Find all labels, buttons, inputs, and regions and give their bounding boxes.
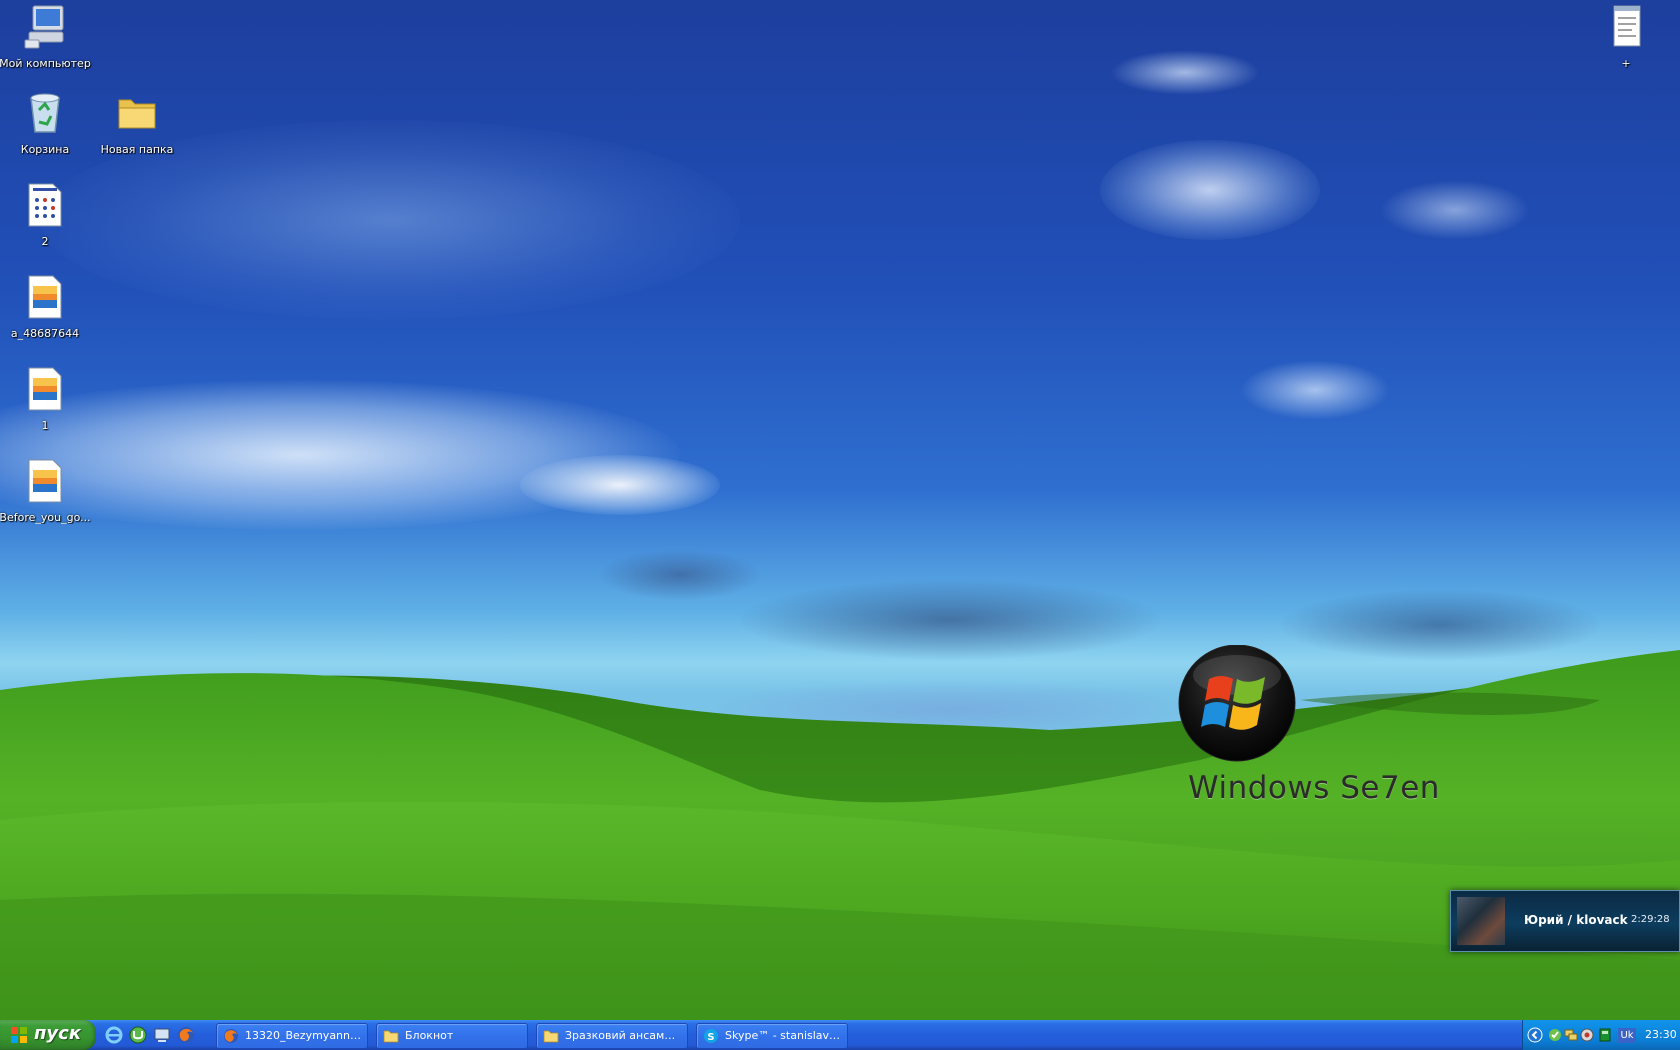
device-icon[interactable] xyxy=(1597,1027,1613,1043)
desktop-icon-label: 1 xyxy=(41,419,49,432)
my-computer-icon xyxy=(24,5,64,49)
network-icon[interactable] xyxy=(1563,1027,1579,1043)
system-tray: Uk 23:30 xyxy=(1522,1020,1680,1050)
desktop-icon-a-48687644[interactable]: a_48687644 xyxy=(0,272,93,340)
ie-icon[interactable] xyxy=(104,1025,124,1045)
image-file-icon xyxy=(28,459,62,503)
taskbar-button-label: Skype™ - stanislav55... xyxy=(725,1029,841,1042)
avatar xyxy=(1457,897,1505,945)
utorrent-icon[interactable] xyxy=(128,1025,148,1045)
skype-status-icon[interactable] xyxy=(1547,1027,1563,1043)
show-desktop-icon[interactable] xyxy=(152,1025,172,1045)
image-file-icon xyxy=(28,367,62,411)
desktop[interactable]: Windows Se7en Мой компьютер Корзина Нова… xyxy=(0,0,1680,1020)
firefox-icon[interactable] xyxy=(176,1025,196,1045)
folder-icon xyxy=(118,99,156,129)
image-file-icon xyxy=(28,275,62,319)
notepad-icon xyxy=(1613,5,1641,47)
antivirus-icon[interactable] xyxy=(1579,1027,1595,1043)
notification-time: 2:29:28 xyxy=(1631,914,1670,925)
taskbar-button-label: Блокнот xyxy=(405,1029,454,1042)
start-button[interactable]: пуск xyxy=(0,1020,96,1050)
logo-text: Windows Se7en xyxy=(1188,770,1440,806)
desktop-icon-new-folder[interactable]: Новая папка xyxy=(89,88,185,156)
desktop-icon-label: Корзина xyxy=(20,143,70,156)
taskbar-button-skype[interactable]: S Skype™ - stanislav55... xyxy=(696,1023,848,1049)
taskbar: пуск 13320_Bezymyannyi.... Блокнот Зразк… xyxy=(0,1020,1680,1050)
clock[interactable]: 23:30 xyxy=(1645,1028,1677,1041)
taskbar-button-firefox[interactable]: 13320_Bezymyannyi.... xyxy=(216,1023,368,1049)
desktop-icon-recycle-bin[interactable]: Корзина xyxy=(0,88,93,156)
windows-flag-icon xyxy=(11,1027,27,1043)
taskbar-button-label: Зразковий ансамбль... xyxy=(565,1029,681,1042)
language-indicator[interactable]: Uk xyxy=(1618,1028,1636,1043)
folder-icon xyxy=(543,1030,559,1043)
desktop-icon-before-you-go[interactable]: Before_you_go... xyxy=(0,456,93,524)
desktop-icon-plus-note[interactable]: + xyxy=(1578,2,1674,70)
desktop-icon-label: a_48687644 xyxy=(10,327,80,340)
taskbar-button-notepad[interactable]: Блокнот xyxy=(376,1023,528,1049)
contact-name: Юрий / klovack xyxy=(1524,913,1628,927)
desktop-icon-my-computer[interactable]: Мой компьютер xyxy=(0,2,93,70)
folder-icon xyxy=(383,1030,399,1043)
desktop-icon-label: 2 xyxy=(41,235,49,248)
desktop-icon-2[interactable]: 2 xyxy=(0,180,93,248)
svg-text:S: S xyxy=(707,1032,714,1043)
start-label: пуск xyxy=(34,1023,82,1044)
desktop-icon-label: Before_you_go... xyxy=(0,511,91,524)
document-icon xyxy=(28,183,62,227)
skype-notification[interactable]: Юрий / klovack 2:29:28 xyxy=(1450,890,1680,952)
skype-icon: S xyxy=(704,1029,718,1043)
taskbar-button-label: 13320_Bezymyannyi.... xyxy=(245,1029,361,1042)
desktop-icon-label: + xyxy=(1621,57,1631,70)
recycle-bin-icon xyxy=(30,93,60,133)
desktop-icon-label: Новая папка xyxy=(100,143,174,156)
collapse-tray-icon[interactable] xyxy=(1527,1027,1543,1043)
taskbar-button-ensemble[interactable]: Зразковий ансамбль... xyxy=(536,1023,688,1049)
desktop-icon-1[interactable]: 1 xyxy=(0,364,93,432)
firefox-icon xyxy=(224,1029,238,1043)
desktop-icon-label: Мой компьютер xyxy=(0,57,91,70)
hills xyxy=(0,650,1680,1020)
